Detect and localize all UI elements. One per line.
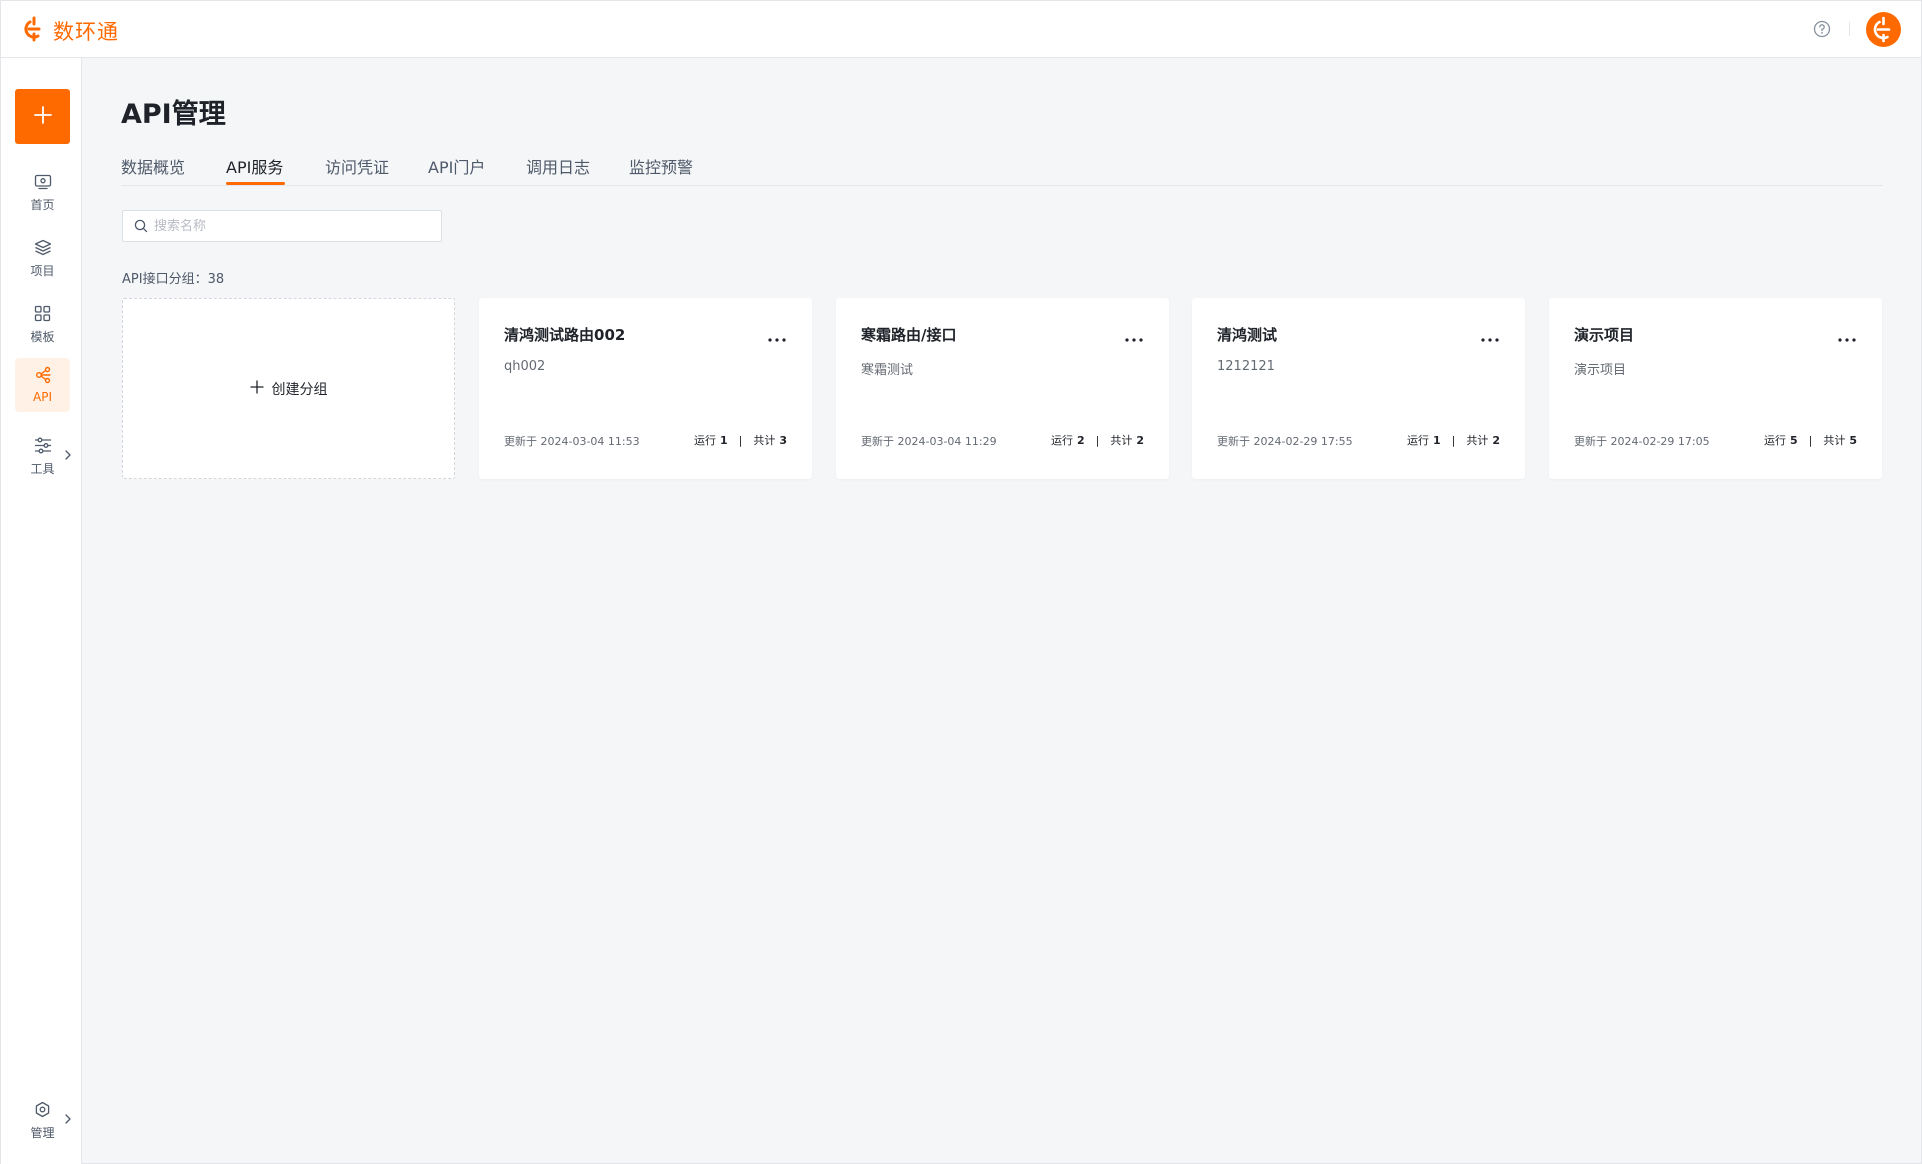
tab-call-logs[interactable]: 调用日志 (526, 154, 590, 178)
sidebar-item-home[interactable]: 首页 (15, 166, 70, 220)
api-icon (34, 366, 52, 388)
total-label: 共计 (1823, 434, 1846, 447)
sidebar-item-label: 项目 (30, 264, 55, 278)
total-label: 共计 (753, 434, 776, 447)
tab-bar: 数据概览 API服务 访问凭证 API门户 调用日志 监控预警 (121, 151, 1883, 186)
help-circle-icon[interactable] (1813, 20, 1831, 42)
running-label: 运行 (1050, 434, 1073, 447)
app-window: 数环通 首页 项目 模板 API 工具 管理 API管理 数据概览 API服务 … (0, 0, 1922, 1164)
chevron-right-icon (64, 446, 72, 465)
card-stats: 运行 1 | 共计 2 (1407, 432, 1500, 448)
running-label: 运行 (1406, 434, 1429, 447)
more-icon[interactable] (1838, 327, 1856, 346)
tab-monitoring-alerts[interactable]: 监控预警 (629, 154, 693, 178)
card-title: 演示项目 (1574, 326, 1635, 344)
tab-access-credentials[interactable]: 访问凭证 (325, 154, 389, 178)
tab-data-overview[interactable]: 数据概览 (121, 154, 185, 178)
header-divider (1849, 22, 1850, 36)
more-icon[interactable] (768, 327, 786, 346)
running-label: 运行 (693, 434, 716, 447)
sidebar-item-tools[interactable]: 工具 (15, 430, 72, 484)
total-count: 2 (1492, 433, 1500, 447)
create-group-card[interactable]: 创建分组 (122, 298, 455, 479)
sidebar-item-project[interactable]: 项目 (15, 232, 70, 286)
monitor-icon (34, 174, 52, 194)
card-updated-time: 更新于 2024-02-29 17:55 (1217, 435, 1353, 448)
running-count: 2 (1076, 433, 1085, 447)
group-count-label: API接口分组： (122, 272, 208, 287)
more-icon[interactable] (1125, 327, 1143, 346)
card-stats: 运行 5 | 共计 5 (1764, 432, 1857, 448)
user-avatar[interactable] (1866, 12, 1901, 51)
chevron-right-icon (64, 1110, 72, 1129)
search-box (122, 210, 442, 242)
sidebar-item-label: 管理 (30, 1126, 55, 1140)
api-group-card[interactable]: 寒霜路由/接口 寒霜测试 更新于 2024-03-04 11:29 运行 2 |… (836, 298, 1169, 479)
card-description: 寒霜测试 (861, 363, 914, 378)
plus-icon (249, 379, 264, 398)
total-count: 5 (1849, 433, 1857, 447)
card-description: 1212121 (1217, 359, 1275, 374)
stats-divider: | (1451, 433, 1456, 447)
grid-icon (34, 305, 51, 326)
total-label: 共计 (1466, 434, 1489, 447)
card-title: 清鸿测试路由002 (504, 326, 626, 344)
brand-name: 数环通 (53, 20, 119, 44)
brand-logo[interactable]: 数环通 (21, 15, 119, 47)
card-updated-time: 更新于 2024-02-29 17:05 (1574, 435, 1710, 448)
total-count: 2 (1136, 433, 1144, 447)
sidebar: 首页 项目 模板 API 工具 管理 (1, 58, 82, 1164)
card-updated-time: 更新于 2024-03-04 11:29 (861, 435, 997, 448)
api-group-card[interactable]: 演示项目 演示项目 更新于 2024-02-29 17:05 运行 5 | 共计… (1549, 298, 1882, 479)
total-count: 3 (779, 433, 787, 447)
plus-icon (33, 105, 53, 128)
sidebar-item-label: 首页 (30, 197, 55, 212)
tab-api-service[interactable]: API服务 (226, 154, 283, 178)
group-count: API接口分组：38 (122, 268, 224, 287)
card-description: 演示项目 (1574, 363, 1627, 378)
page-title: API管理 (121, 99, 226, 130)
active-tab-indicator (226, 182, 285, 185)
stats-divider: | (1095, 433, 1100, 447)
sidebar-item-api[interactable]: API (15, 358, 70, 412)
gear-icon (34, 1101, 51, 1122)
running-label: 运行 (1763, 434, 1786, 447)
total-label: 共计 (1110, 434, 1133, 447)
tab-api-portal[interactable]: API门户 (428, 154, 485, 178)
more-icon[interactable] (1481, 327, 1499, 346)
api-group-card[interactable]: 清鸿测试 1212121 更新于 2024-02-29 17:55 运行 1 |… (1192, 298, 1525, 479)
card-title: 寒霜路由/接口 (861, 326, 957, 344)
create-group-label: 创建分组 (271, 381, 328, 398)
sidebar-item-label: 模板 (30, 330, 55, 344)
brand-logo-icon (21, 15, 47, 47)
sidebar-item-label: 工具 (30, 462, 55, 476)
group-count-value: 38 (207, 272, 225, 287)
running-count: 1 (719, 433, 728, 447)
stats-divider: | (738, 433, 743, 447)
sidebar-item-manage[interactable]: 管理 (15, 1094, 72, 1148)
layers-icon (34, 239, 52, 260)
card-stats: 运行 1 | 共计 3 (694, 432, 787, 448)
stats-divider: | (1808, 433, 1813, 447)
running-count: 5 (1789, 433, 1798, 447)
card-updated-time: 更新于 2024-03-04 11:53 (504, 435, 640, 448)
card-stats: 运行 2 | 共计 2 (1051, 432, 1144, 448)
top-bar: 数环通 (1, 1, 1921, 58)
running-count: 1 (1432, 433, 1441, 447)
create-new-button[interactable] (15, 89, 70, 144)
search-icon (134, 219, 148, 233)
card-description: qh002 (504, 359, 546, 374)
sidebar-item-label: API (33, 390, 52, 404)
api-group-card[interactable]: 清鸿测试路由002 qh002 更新于 2024-03-04 11:53 运行 … (479, 298, 812, 479)
search-input[interactable] (154, 212, 434, 240)
sliders-icon (34, 437, 52, 458)
sidebar-item-template[interactable]: 模板 (15, 298, 70, 352)
card-title: 清鸿测试 (1217, 326, 1278, 344)
